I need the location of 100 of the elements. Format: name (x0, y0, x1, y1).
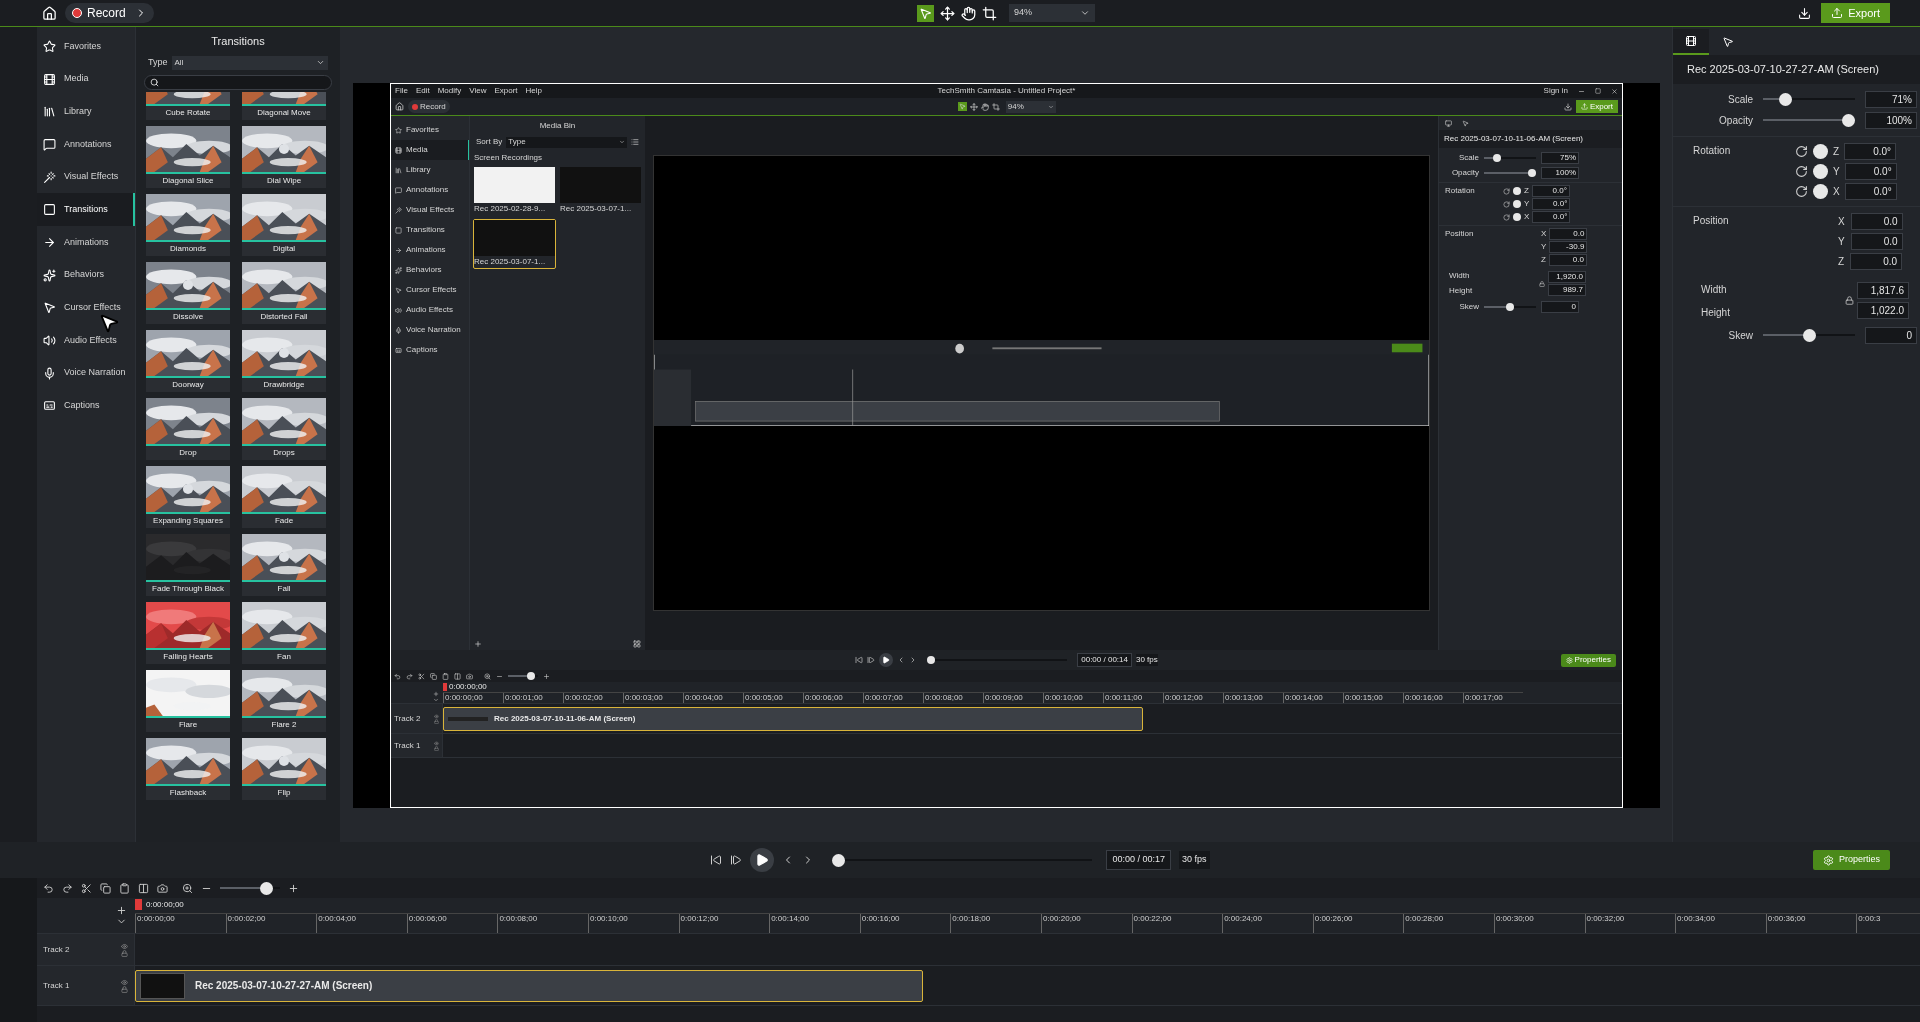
sidebar-item[interactable]: Library (391, 160, 469, 180)
sidebar-item[interactable]: Visual Effects (37, 160, 135, 194)
zoom-dropdown[interactable]: 94% (1005, 100, 1056, 113)
rotation-dial[interactable] (1813, 143, 1828, 159)
value-field[interactable]: 0.0° (1844, 142, 1897, 160)
properties-button[interactable]: Properties (1560, 653, 1616, 667)
sort-dropdown[interactable]: Type (506, 136, 627, 148)
path-tool-icon[interactable] (939, 5, 955, 21)
slider-handle[interactable] (1778, 92, 1792, 106)
lock-icon[interactable] (1845, 296, 1854, 305)
value-field[interactable]: 0 (1541, 300, 1579, 313)
copy-icon[interactable] (100, 882, 111, 894)
sidebar-item[interactable]: Behaviors (391, 260, 469, 280)
transition-tile[interactable]: Fall (242, 533, 326, 596)
playback-scrubber[interactable] (927, 656, 1068, 664)
sidebar-item[interactable]: Media (391, 140, 469, 160)
slider-handle[interactable] (1528, 168, 1536, 177)
transition-tile[interactable]: Diagonal Slice (146, 125, 230, 188)
menu-item[interactable]: Export (494, 85, 518, 97)
grid-view-icon[interactable] (633, 640, 641, 648)
zoom-in-icon[interactable] (288, 882, 299, 894)
value-field[interactable]: 989.7 (1548, 284, 1586, 296)
sidebar-item[interactable]: Voice Narration (37, 356, 135, 390)
download-icon[interactable] (1798, 6, 1812, 20)
sidebar-item[interactable]: Transitions (37, 193, 135, 227)
sidebar-item[interactable]: Behaviors (37, 258, 135, 292)
rotation-dial[interactable] (1813, 183, 1828, 199)
rotation-dial[interactable] (1813, 163, 1828, 179)
transition-tile[interactable]: Fan (242, 601, 326, 664)
sidebar-item[interactable]: Animations (391, 240, 469, 260)
transition-tile[interactable]: Falling Hearts (146, 601, 230, 664)
transition-tile[interactable]: Dial Wipe (242, 125, 326, 188)
value-field[interactable]: 75% (1541, 151, 1579, 164)
bin-item[interactable]: Rec 2025-03-07-1... (559, 166, 642, 216)
properties-tab[interactable] (1673, 29, 1709, 55)
sidebar-item[interactable]: Transitions (391, 220, 469, 240)
home-icon[interactable] (395, 102, 404, 111)
sidebar-item[interactable]: Captions (391, 340, 469, 360)
sidebar-item[interactable]: Media (37, 62, 135, 96)
camera-icon[interactable] (157, 882, 168, 894)
add-track-icon[interactable] (433, 691, 439, 697)
clipboard-icon[interactable] (119, 882, 130, 894)
transition-tile[interactable]: Cube Rotate (146, 91, 230, 120)
value-field[interactable]: 1,022.0 (1857, 302, 1909, 319)
transition-tile[interactable]: Digital (242, 193, 326, 256)
skew-slider[interactable] (1763, 328, 1855, 342)
pointer-tool[interactable] (957, 102, 967, 111)
pointer-tool[interactable] (916, 4, 934, 22)
visual-properties-icon[interactable] (1445, 119, 1452, 127)
bin-item[interactable]: Rec 2025-03-07-1... (473, 219, 556, 269)
playhead-marker[interactable] (443, 683, 447, 691)
copy-icon[interactable] (430, 672, 437, 680)
sidebar-item[interactable]: Voice Narration (391, 320, 469, 340)
slider-handle[interactable] (259, 881, 273, 895)
opacity-slider[interactable] (1763, 113, 1855, 127)
collapse-icon[interactable] (433, 697, 439, 703)
menu-item[interactable]: View (469, 85, 487, 97)
undo-icon[interactable] (43, 882, 54, 894)
opacity-slider[interactable] (1484, 168, 1536, 177)
transition-tile[interactable]: Diagonal Move (242, 91, 326, 120)
value-field[interactable]: 0.0° (1844, 162, 1897, 180)
value-field[interactable]: 1,817.6 (1857, 282, 1909, 299)
value-field[interactable]: 100% (1865, 111, 1917, 129)
step-forward-icon[interactable] (867, 656, 876, 664)
transition-tile[interactable]: Fade (242, 465, 326, 528)
media-clip[interactable]: Rec 2025-03-07-10-27-27-AM (Screen) (135, 969, 923, 1002)
sidebar-item[interactable]: Annotations (37, 128, 135, 161)
transition-tile[interactable]: Drops (242, 397, 326, 460)
selected-recording[interactable] (390, 83, 1623, 808)
clipboard-icon[interactable] (442, 672, 449, 680)
transition-tile[interactable]: Flashback (146, 737, 230, 800)
value-field[interactable]: 0.0° (1532, 211, 1571, 223)
filter-dropdown[interactable]: All (171, 55, 328, 70)
add-icon[interactable] (474, 640, 482, 648)
zoom-dropdown[interactable]: 94% (1008, 4, 1095, 22)
transition-tile[interactable]: Expanding Squares (146, 465, 230, 528)
maximize-icon[interactable] (1595, 88, 1601, 94)
slider-handle[interactable] (1492, 153, 1501, 162)
zoom-slider[interactable] (220, 881, 280, 895)
value-field[interactable]: 0.0° (1531, 185, 1570, 197)
slider-handle[interactable] (1506, 302, 1514, 311)
value-field[interactable]: 1,920.0 (1548, 271, 1586, 283)
split-icon[interactable] (138, 882, 149, 894)
transition-tile[interactable]: Drop (146, 397, 230, 460)
slider-handle[interactable] (526, 672, 535, 680)
value-field[interactable]: 71% (1865, 90, 1917, 108)
slider-handle[interactable] (832, 853, 846, 867)
search-field[interactable] (144, 74, 332, 90)
slider-handle[interactable] (927, 656, 936, 664)
play-button[interactable] (750, 848, 775, 872)
sidebar-item[interactable]: Audio Effects (37, 324, 135, 357)
transition-tile[interactable]: Doorway (146, 329, 230, 392)
transition-tile[interactable]: Flare 2 (242, 669, 326, 732)
playhead-marker[interactable] (135, 899, 142, 910)
step-forward-icon[interactable] (730, 854, 743, 866)
media-clip[interactable]: Rec 2025-03-07-10-11-06-AM (Screen) (443, 706, 1143, 731)
visibility-icon[interactable] (434, 713, 439, 719)
transition-tile[interactable]: Flare (146, 669, 230, 732)
crop-icon[interactable] (981, 5, 997, 21)
split-icon[interactable] (454, 672, 461, 680)
